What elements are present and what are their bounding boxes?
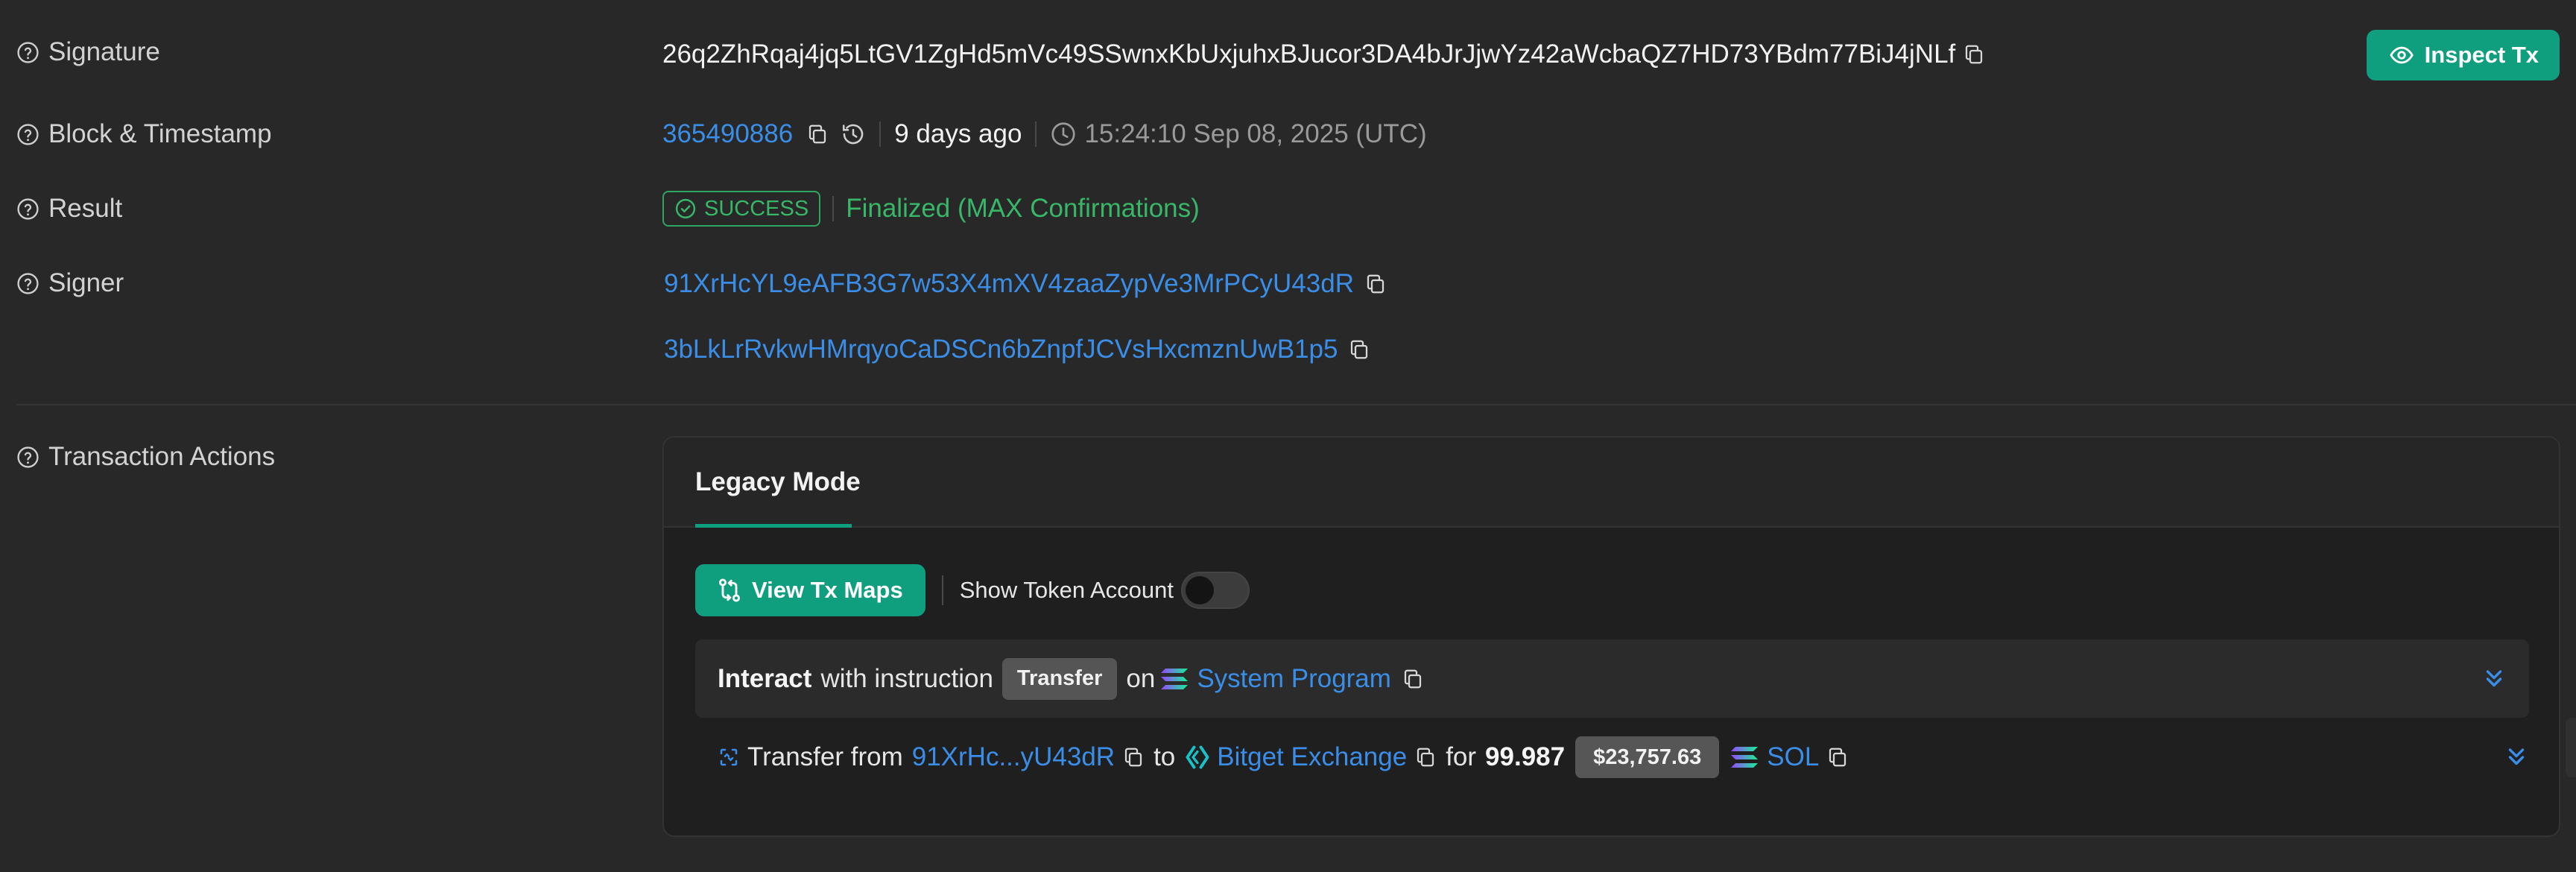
timestamp: 15:24:10 Sep 08, 2025 (UTC) bbox=[1084, 119, 1427, 148]
inspect-tx-label: Inspect Tx bbox=[2424, 42, 2539, 68]
copy-icon[interactable] bbox=[1402, 668, 1424, 690]
transfer-row: Transfer from 91XrHc...yU43dR to Bitget … bbox=[718, 716, 2529, 798]
copy-icon[interactable] bbox=[1364, 273, 1387, 295]
divider bbox=[879, 121, 882, 147]
result-row: Result SUCCESS Finalized (MAX Confirmati… bbox=[0, 188, 2576, 233]
on-word: on bbox=[1126, 663, 1156, 693]
history-icon[interactable] bbox=[841, 121, 866, 147]
chevrons-down-icon[interactable] bbox=[2481, 666, 2507, 692]
to-address-link[interactable]: Bitget Exchange bbox=[1217, 742, 1407, 772]
interact-word: Interact bbox=[718, 663, 812, 693]
signer-row: Signer 91XrHcYL9eAFB3G7w53X4mXV4zaaZypVe… bbox=[0, 262, 2576, 374]
program-link[interactable]: System Program bbox=[1197, 664, 1391, 694]
chevrons-down-icon[interactable] bbox=[2504, 745, 2529, 770]
copy-icon[interactable] bbox=[1122, 746, 1145, 768]
signer-address-2-wrap: 3bLkLrRvkwHMrqyoCaDSCn6bZnpfJCVsHxcmznUw… bbox=[664, 335, 1370, 364]
active-tab-indicator bbox=[695, 524, 852, 528]
transfer-from-text: Transfer from bbox=[747, 742, 903, 771]
help-circle-icon[interactable] bbox=[16, 198, 39, 221]
transfer-amount: 99.987 bbox=[1485, 742, 1566, 771]
time-ago: 9 days ago bbox=[894, 119, 1022, 148]
signer-address-link[interactable]: 91XrHcYL9eAFB3G7w53X4mXV4zaaZypVe3MrPCyU… bbox=[664, 269, 1354, 299]
check-circle-icon bbox=[675, 198, 696, 219]
block-label-wrap: Block & Timestamp bbox=[16, 119, 272, 149]
inspect-tx-button[interactable]: Inspect Tx bbox=[2366, 30, 2560, 80]
signer-label-wrap: Signer bbox=[16, 268, 124, 298]
help-circle-icon[interactable] bbox=[16, 41, 39, 64]
with-instruction-text: with instruction bbox=[820, 663, 993, 693]
status-badge: SUCCESS bbox=[662, 191, 821, 227]
scroll-edge-handle[interactable] bbox=[2566, 718, 2576, 777]
actions-label: Transaction Actions bbox=[48, 442, 276, 471]
instruction-row[interactable]: Interact with instruction Transfer on Sy… bbox=[695, 639, 2529, 718]
signer-address-1-wrap: 91XrHcYL9eAFB3G7w53X4mXV4zaaZypVe3MrPCyU… bbox=[664, 269, 1387, 299]
signature-value: 26q2ZhRqaj4jq5LtGV1ZgHd5mVc49SSwnxKbUxju… bbox=[662, 40, 1956, 69]
result-label: Result bbox=[48, 194, 123, 223]
transaction-details: Signature 26q2ZhRqaj4jq5LtGV1ZgHd5mVc49S… bbox=[0, 0, 2576, 872]
copy-icon[interactable] bbox=[1348, 338, 1370, 361]
copy-icon[interactable] bbox=[806, 123, 829, 145]
toggle-knob bbox=[1185, 576, 1214, 604]
instruction-badge: Transfer bbox=[1001, 657, 1118, 700]
actions-label-wrap: Transaction Actions bbox=[16, 442, 275, 472]
section-divider bbox=[16, 404, 2576, 405]
copy-icon[interactable] bbox=[1826, 746, 1849, 768]
signature-row: Signature 26q2ZhRqaj4jq5LtGV1ZgHd5mVc49S… bbox=[0, 30, 2576, 82]
view-tx-maps-button[interactable]: View Tx Maps bbox=[695, 564, 925, 616]
divider bbox=[941, 575, 943, 605]
block-row: Block & Timestamp 365490886 9 days ago 1… bbox=[0, 112, 2576, 157]
copy-icon[interactable] bbox=[1963, 43, 1985, 66]
solana-icon bbox=[1159, 666, 1189, 692]
divider bbox=[832, 196, 835, 221]
exchange-icon bbox=[1186, 745, 1209, 769]
block-value-wrap: 365490886 9 days ago 15:24:10 Sep 08, 20… bbox=[662, 119, 1427, 149]
tab-legacy-mode[interactable]: Legacy Mode bbox=[695, 467, 861, 497]
for-word: for bbox=[1446, 742, 1477, 771]
finality-text: Finalized (MAX Confirmations) bbox=[846, 194, 1200, 223]
help-circle-icon[interactable] bbox=[16, 272, 39, 295]
signature-value-wrap: 26q2ZhRqaj4jq5LtGV1ZgHd5mVc49SSwnxKbUxju… bbox=[662, 40, 1985, 69]
view-tx-maps-label: View Tx Maps bbox=[752, 577, 903, 603]
block-label: Block & Timestamp bbox=[48, 119, 272, 148]
card-toolbar: View Tx Maps Show Token Account bbox=[695, 564, 1250, 616]
usd-value-badge: $23,757.63 bbox=[1575, 736, 1720, 778]
solana-icon bbox=[1730, 745, 1759, 770]
card-tabs: Legacy Mode bbox=[664, 437, 2559, 528]
divider bbox=[1035, 121, 1037, 147]
help-circle-icon[interactable] bbox=[16, 123, 39, 146]
tx-maps-icon bbox=[718, 578, 741, 602]
transaction-actions-card: Legacy Mode View Tx Maps Show Token Acco… bbox=[662, 436, 2560, 837]
token-link[interactable]: SOL bbox=[1767, 742, 1819, 772]
result-value-wrap: SUCCESS Finalized (MAX Confirmations) bbox=[662, 191, 1200, 227]
signature-label-wrap: Signature bbox=[16, 37, 160, 67]
transfer-icon bbox=[720, 748, 738, 766]
clock-icon bbox=[1051, 122, 1076, 146]
status-text: SUCCESS bbox=[704, 196, 809, 221]
show-token-account-toggle[interactable] bbox=[1180, 572, 1250, 609]
signer-label: Signer bbox=[48, 268, 124, 297]
from-address-link[interactable]: 91XrHc...yU43dR bbox=[912, 742, 1115, 772]
result-label-wrap: Result bbox=[16, 194, 122, 224]
signature-label: Signature bbox=[48, 37, 160, 66]
help-circle-icon[interactable] bbox=[16, 446, 39, 469]
show-token-account-label: Show Token Account bbox=[959, 577, 1174, 603]
eye-icon bbox=[2389, 46, 2414, 64]
to-word: to bbox=[1153, 742, 1176, 771]
copy-icon[interactable] bbox=[1414, 746, 1437, 768]
block-number-link[interactable]: 365490886 bbox=[662, 119, 793, 149]
signer-address-link[interactable]: 3bLkLrRvkwHMrqyoCaDSCn6bZnpfJCVsHxcmznUw… bbox=[664, 335, 1338, 364]
